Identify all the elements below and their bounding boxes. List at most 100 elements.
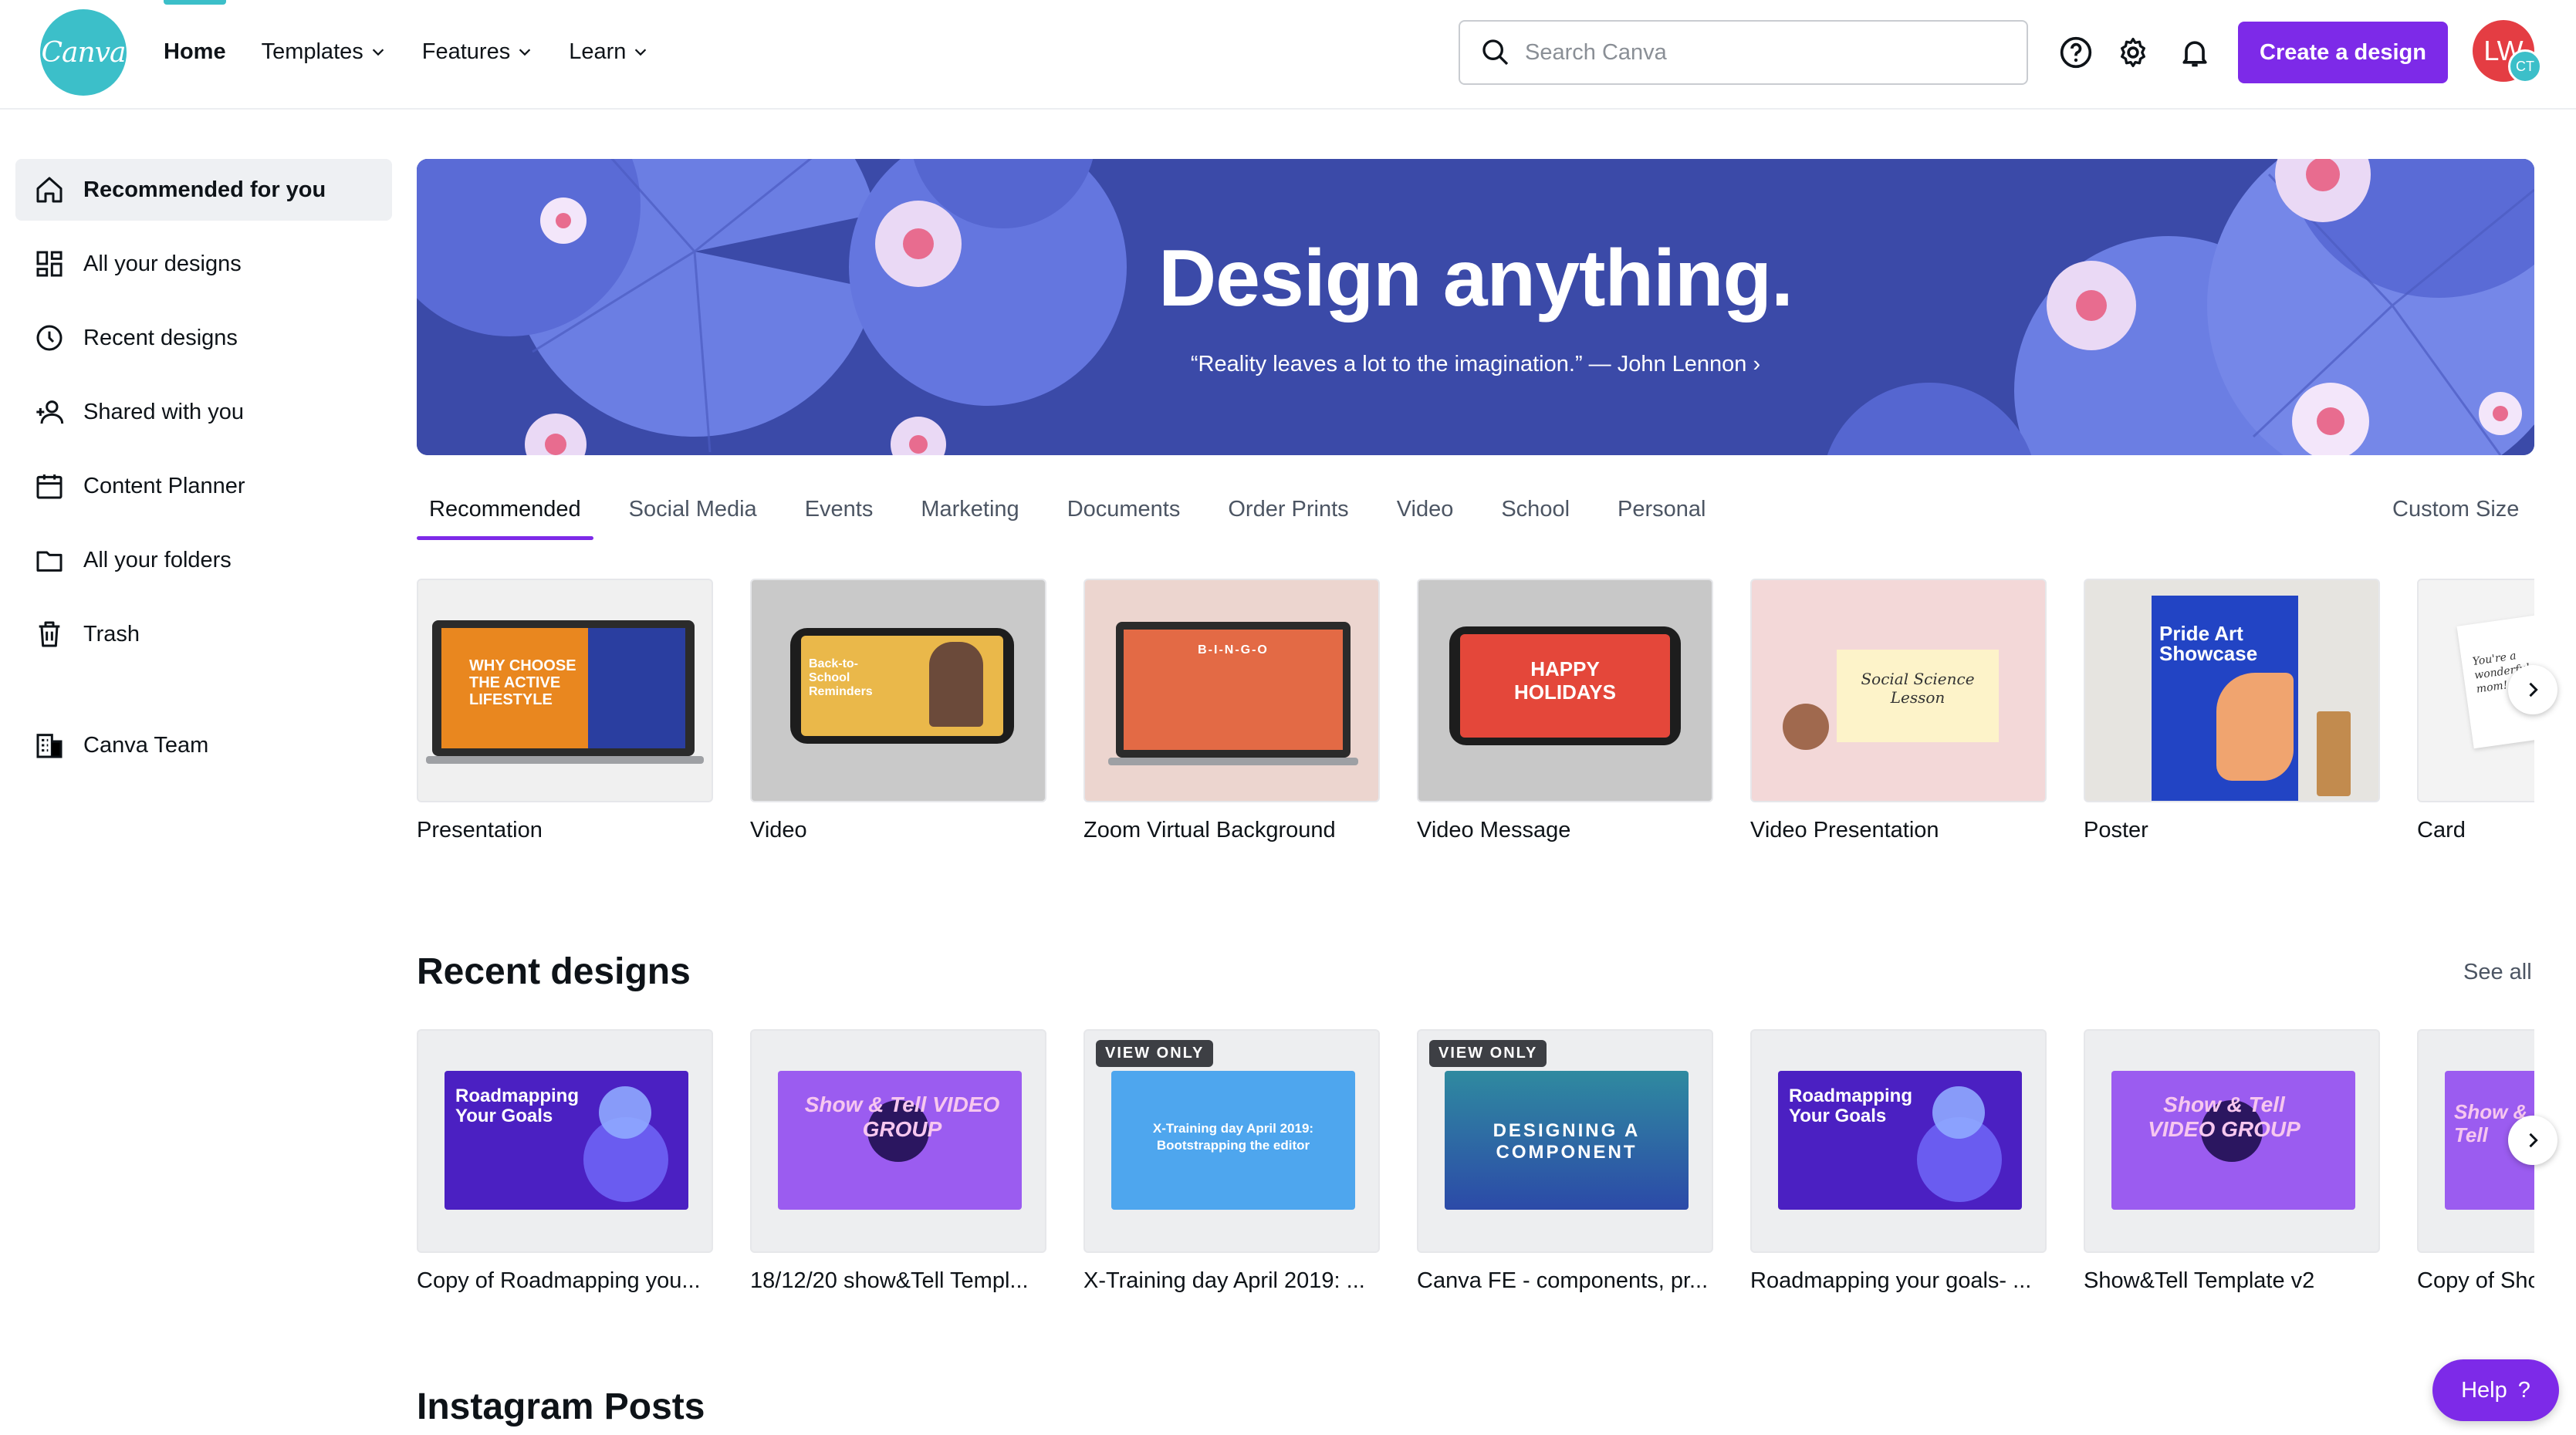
chevron-down-icon: [519, 49, 531, 56]
sidebar-item-recommended[interactable]: Recommended for you: [15, 159, 392, 221]
help-button[interactable]: Help ?: [2432, 1359, 2559, 1421]
nav-home[interactable]: Home: [164, 0, 226, 103]
calendar-icon: [36, 474, 63, 499]
design-thumbnail: X-Training day April 2019: Bootstrapping…: [1083, 1029, 1380, 1253]
chevron-down-icon: [372, 49, 384, 56]
folder-icon: [36, 551, 63, 572]
design-label: 18/12/20 show&Tell Templ...: [750, 1268, 1029, 1293]
create-design-button[interactable]: Create a design: [2238, 22, 2448, 83]
tab-school[interactable]: School: [1489, 478, 1582, 540]
template-row-next-button[interactable]: [2508, 665, 2557, 714]
view-only-badge: VIEW ONLY: [1429, 1040, 1547, 1067]
bell-icon[interactable]: [2176, 34, 2213, 71]
tab-social-media[interactable]: Social Media: [617, 478, 769, 540]
design-thumb-text: Show & Tell VIDEO GROUP: [804, 1092, 1000, 1141]
hero-banner: Design anything. “Reality leaves a lot t…: [417, 159, 2534, 455]
template-card-card[interactable]: You're a wonderful mom! Card: [2417, 579, 2534, 843]
recent-design-card[interactable]: Show & Tell VIDEO GROUP 18/12/20 show&Te…: [750, 1029, 1046, 1294]
template-thumbnail: Back-to-School Reminders: [750, 579, 1046, 802]
template-card-video-message[interactable]: HAPPY HOLIDAYS Video Message: [1417, 579, 1713, 843]
template-card-poster[interactable]: Pride Art Showcase Poster: [2084, 579, 2380, 843]
template-label: Zoom Virtual Background: [1083, 818, 1336, 842]
recent-designs-title: Recent designs: [417, 951, 691, 992]
nav-features-label: Features: [421, 39, 511, 64]
design-label: Roadmapping your goals- ...: [1750, 1268, 2032, 1293]
chevron-right-icon: [2529, 1133, 2538, 1148]
recent-design-card[interactable]: X-Training day April 2019: Bootstrapping…: [1083, 1029, 1380, 1294]
tab-recommended[interactable]: Recommended: [417, 478, 593, 540]
hero-quote-link[interactable]: “Reality leaves a lot to the imagination…: [417, 352, 2534, 377]
template-thumb-text: WHY CHOOSE THE ACTIVE LIFESTYLE: [469, 657, 576, 708]
custom-size-button[interactable]: Custom Size: [2392, 478, 2519, 540]
home-icon: [36, 177, 63, 203]
template-label: Card: [2417, 818, 2466, 842]
sidebar-item-trash[interactable]: Trash: [15, 603, 392, 665]
tab-video[interactable]: Video: [1384, 478, 1466, 540]
template-thumb-text: Social Science Lesson: [1861, 670, 1975, 707]
template-label: Video Presentation: [1750, 818, 1939, 842]
sidebar: Recommended for you All your designs Rec…: [15, 159, 392, 788]
design-thumb-text: Roadmapping Your Goals: [1789, 1086, 1912, 1126]
template-card-presentation[interactable]: WHY CHOOSE THE ACTIVE LIFESTYLE Presenta…: [417, 579, 713, 843]
recent-design-card[interactable]: Roadmapping Your Goals Copy of Roadmappi…: [417, 1029, 713, 1294]
recent-row-next-button[interactable]: [2508, 1116, 2557, 1165]
design-thumbnail: Roadmapping Your Goals: [1750, 1029, 2047, 1253]
template-card-video[interactable]: Back-to-School Reminders Video: [750, 579, 1046, 843]
search-box[interactable]: [1459, 20, 2028, 85]
design-thumbnail: Roadmapping Your Goals: [417, 1029, 713, 1253]
tab-marketing[interactable]: Marketing: [908, 478, 1031, 540]
users-icon: [36, 400, 64, 424]
see-all-link[interactable]: See all: [2463, 960, 2532, 985]
sidebar-item-label: Trash: [83, 621, 140, 647]
sidebar-item-shared[interactable]: Shared with you: [15, 381, 392, 443]
nav-features[interactable]: Features: [422, 0, 533, 103]
nav-learn-label: Learn: [569, 39, 627, 64]
design-label: Copy of Sho: [2417, 1268, 2534, 1293]
nav-home-label: Home: [164, 39, 226, 64]
template-thumbnail: HAPPY HOLIDAYS: [1417, 579, 1713, 802]
search-icon: [1482, 39, 1509, 66]
clock-icon: [36, 325, 63, 351]
nav-learn[interactable]: Learn: [569, 0, 649, 103]
grid-icon: [36, 251, 63, 277]
sidebar-item-label: All your folders: [83, 547, 232, 572]
sidebar-item-folders[interactable]: All your folders: [15, 529, 392, 591]
tab-order-prints[interactable]: Order Prints: [1215, 478, 1361, 540]
recent-design-card[interactable]: DESIGNING A COMPONENT VIEW ONLY Canva FE…: [1417, 1029, 1713, 1294]
template-thumbnail: B-I-N-G-O: [1083, 579, 1380, 802]
category-tabs: Recommended Social Media Events Marketin…: [417, 478, 1741, 540]
template-thumb-text: B-I-N-G-O: [1198, 643, 1269, 657]
tab-personal[interactable]: Personal: [1605, 478, 1718, 540]
nav-templates-label: Templates: [261, 39, 363, 64]
sidebar-item-all-designs[interactable]: All your designs: [15, 233, 392, 295]
design-thumb-text: X-Training day April 2019: Bootstrapping…: [1152, 1121, 1314, 1153]
template-thumb-text: HAPPY HOLIDAYS: [1514, 657, 1616, 704]
view-only-badge: VIEW ONLY: [1096, 1040, 1214, 1067]
template-row: WHY CHOOSE THE ACTIVE LIFESTYLE Presenta…: [417, 579, 2534, 849]
recent-design-card[interactable]: Roadmapping Your Goals Roadmapping your …: [1750, 1029, 2047, 1294]
recent-design-card[interactable]: Show & Tell VIDEO GROUP Show&Tell Templa…: [2084, 1029, 2380, 1294]
nav-templates[interactable]: Templates: [262, 0, 387, 103]
main-nav: Home Templates Features Learn: [164, 0, 649, 103]
tab-events[interactable]: Events: [793, 478, 886, 540]
sidebar-item-content-planner[interactable]: Content Planner: [15, 455, 392, 517]
search-input[interactable]: [1525, 39, 1988, 66]
template-label: Video Message: [1417, 818, 1571, 842]
help-icon[interactable]: [2057, 34, 2094, 71]
canva-logo[interactable]: Canva: [40, 9, 127, 96]
trash-icon: [39, 621, 60, 647]
template-label: Poster: [2084, 818, 2148, 842]
team-avatar-badge: CT: [2508, 49, 2542, 83]
recent-design-card[interactable]: Show & Tell Copy of Sho: [2417, 1029, 2534, 1294]
template-card-video-presentation[interactable]: Social Science Lesson Video Presentation: [1750, 579, 2047, 843]
sidebar-item-canva-team[interactable]: Canva Team: [15, 714, 392, 776]
template-thumbnail: Pride Art Showcase: [2084, 579, 2380, 802]
sidebar-item-recent[interactable]: Recent designs: [15, 307, 392, 369]
sidebar-item-label: All your designs: [83, 251, 242, 276]
sidebar-item-label: Recommended for you: [83, 177, 326, 202]
template-card-zoom-background[interactable]: B-I-N-G-O Zoom Virtual Background: [1083, 579, 1380, 843]
tab-documents[interactable]: Documents: [1055, 478, 1193, 540]
gear-icon[interactable]: [2115, 34, 2152, 71]
recent-designs-row: Roadmapping Your Goals Copy of Roadmappi…: [417, 1029, 2534, 1307]
design-thumbnail: Show & Tell VIDEO GROUP: [2084, 1029, 2380, 1253]
